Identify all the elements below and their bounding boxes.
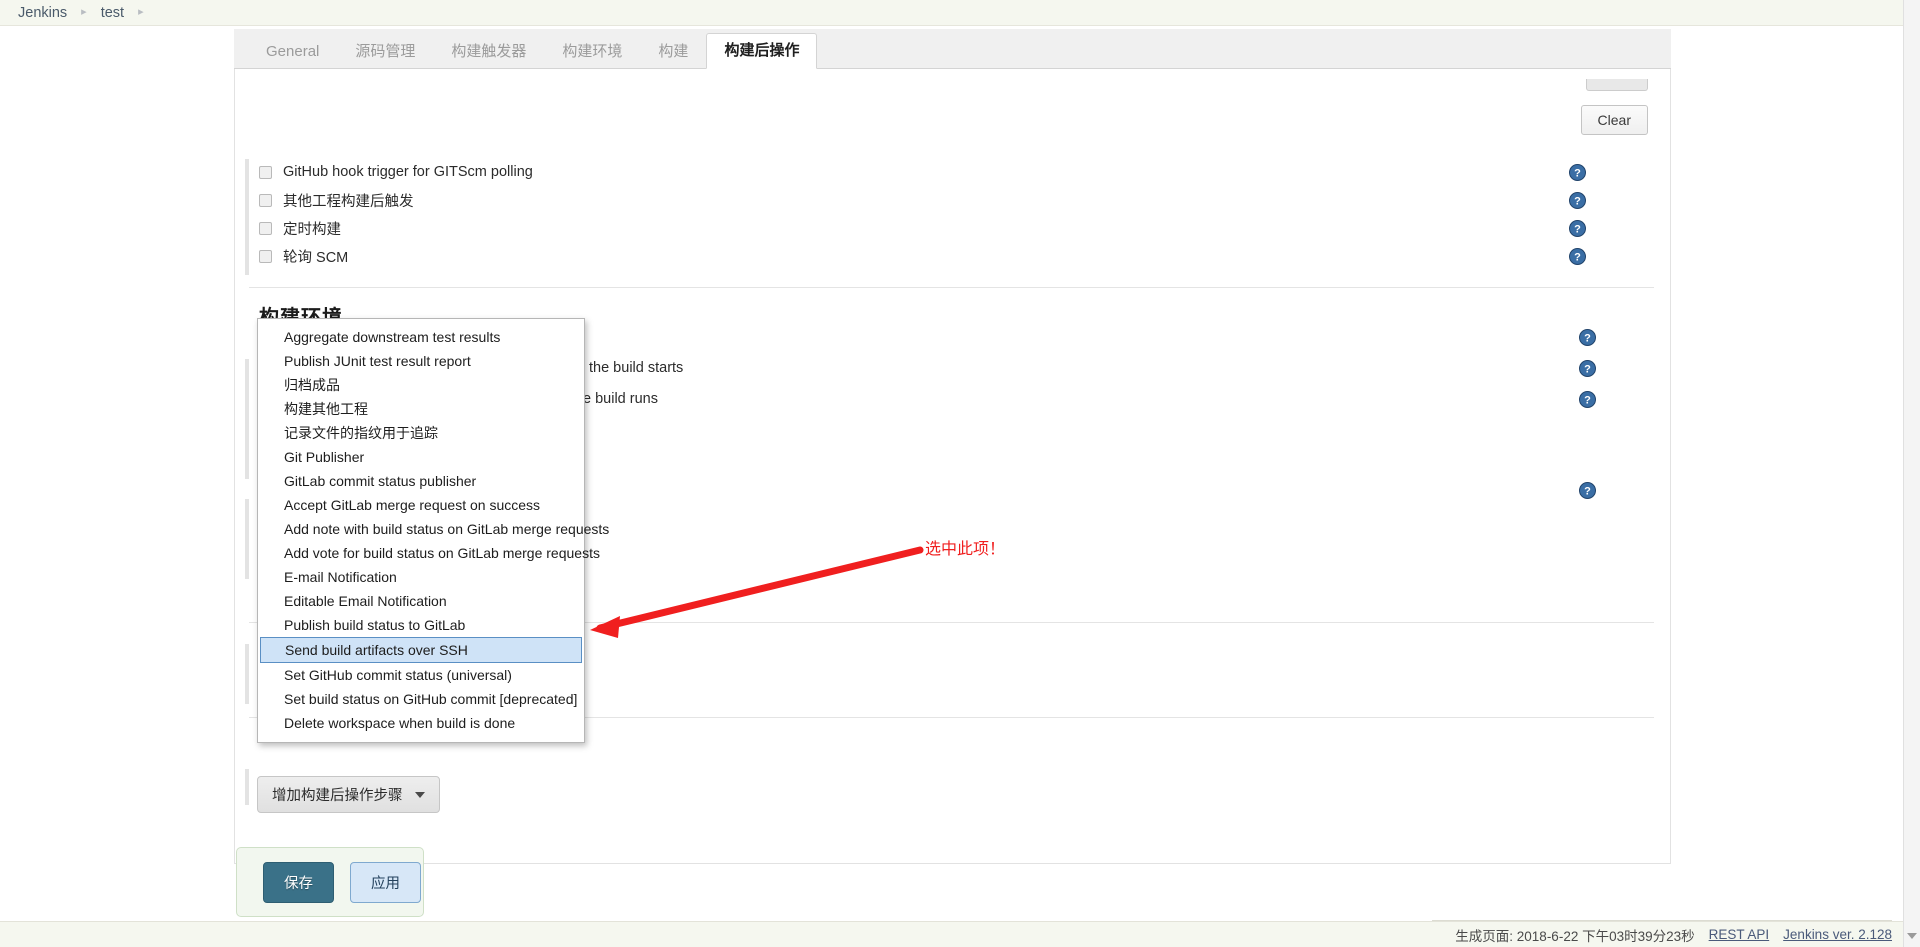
svg-text:?: ? [1574, 167, 1581, 179]
form-group-marker-5 [245, 769, 249, 805]
menu-item-build-other-projects[interactable]: 构建其他工程 [258, 397, 584, 421]
help-icon[interactable]: ? [1579, 329, 1596, 346]
scroll-down-arrow-icon[interactable] [1907, 933, 1917, 939]
obscured-row-text-2: e build runs [583, 391, 658, 407]
jenkins-config-page: Jenkins ▸ test ▸ General 源码管理 构建触发器 构建环境… [0, 0, 1920, 947]
svg-text:?: ? [1584, 364, 1591, 376]
svg-text:?: ? [1574, 223, 1581, 235]
breadcrumb-separator-icon-2: ▸ [138, 6, 144, 18]
section-divider [249, 287, 1654, 288]
help-icon[interactable]: ? [1569, 219, 1586, 237]
help-icon[interactable]: ? [1569, 191, 1586, 209]
help-icon[interactable]: ? [1579, 391, 1596, 408]
menu-item-set-github-commit-status-universal[interactable]: Set GitHub commit status (universal) [258, 663, 584, 687]
checkbox-poll-scm[interactable] [259, 249, 272, 263]
trigger-row-github-hook[interactable]: GitHub hook trigger for GITScm polling ? [245, 159, 1660, 185]
menu-item-set-build-status-github-commit[interactable]: Set build status on GitHub commit [depre… [258, 687, 584, 711]
checkbox-other-project-trigger[interactable] [259, 193, 272, 207]
add-post-build-step-label: 增加构建后操作步骤 [272, 788, 403, 804]
breadcrumb-item-jenkins[interactable]: Jenkins [16, 5, 69, 21]
footer-generated-time: 生成页面: 2018-6-22 下午03时39分23秒 [1455, 928, 1695, 944]
help-icon[interactable]: ? [1569, 247, 1586, 265]
apply-button[interactable]: 应用 [350, 861, 421, 903]
breadcrumb-item-test[interactable]: test [99, 5, 126, 21]
menu-item-accept-gitlab-merge-request[interactable]: Accept GitLab merge request on success [258, 493, 584, 517]
menu-item-add-vote-gitlab-merge-requests[interactable]: Add vote for build status on GitLab merg… [258, 541, 600, 565]
tab-build-triggers[interactable]: 构建触发器 [433, 34, 544, 69]
tab-post-build-actions[interactable]: 构建后操作 [706, 33, 818, 69]
clear-row: Clear [1580, 79, 1648, 135]
trigger-row-other-project[interactable]: 其他工程构建后触发 ? [245, 187, 1660, 213]
config-tab-bar: General 源码管理 构建触发器 构建环境 构建 构建后操作 [234, 29, 1671, 69]
trigger-label-github-hook: GitHub hook trigger for GITScm polling [283, 164, 533, 180]
footer-jenkins-version-link[interactable]: Jenkins ver. 2.128 [1783, 927, 1892, 942]
footer-rest-api-link[interactable]: REST API [1709, 927, 1770, 942]
build-triggers-list: GitHub hook trigger for GITScm polling ?… [245, 159, 1660, 269]
tab-build-environment[interactable]: 构建环境 [544, 34, 640, 69]
trigger-row-poll-scm[interactable]: 轮询 SCM ? [245, 243, 1660, 269]
clear-button[interactable]: Clear [1580, 105, 1648, 135]
menu-item-aggregate-downstream-test-results[interactable]: Aggregate downstream test results [258, 325, 584, 349]
breadcrumb: Jenkins ▸ test ▸ [0, 0, 1920, 26]
menu-item-add-note-gitlab-merge-requests[interactable]: Add note with build status on GitLab mer… [258, 517, 609, 541]
menu-item-delete-workspace-when-build-done[interactable]: Delete workspace when build is done [258, 711, 584, 735]
page-footer: 生成页面: 2018-6-22 下午03时39分23秒 REST API Jen… [0, 921, 1920, 947]
chevron-down-icon [414, 791, 425, 798]
menu-item-publish-build-status-to-gitlab[interactable]: Publish build status to GitLab [258, 613, 584, 637]
svg-text:?: ? [1574, 251, 1581, 263]
save-apply-bar: 保存 应用 [236, 847, 424, 917]
trigger-label-timed-build: 定时构建 [283, 221, 341, 238]
svg-text:?: ? [1584, 333, 1591, 345]
menu-item-git-publisher[interactable]: Git Publisher [258, 445, 584, 469]
menu-item-gitlab-commit-status-publisher[interactable]: GitLab commit status publisher [258, 469, 584, 493]
trigger-label-poll-scm: 轮询 SCM [283, 249, 349, 266]
checkbox-timed-build[interactable] [259, 221, 272, 235]
save-button[interactable]: 保存 [263, 861, 334, 903]
help-icon[interactable]: ? [1579, 360, 1596, 377]
menu-item-editable-email-notification[interactable]: Editable Email Notification [258, 589, 584, 613]
menu-item-archive-artifacts[interactable]: 归档成品 [258, 373, 584, 397]
checkbox-github-hook-trigger[interactable] [259, 165, 272, 179]
help-icon[interactable]: ? [1569, 163, 1586, 181]
post-build-action-dropdown-menu[interactable]: Aggregate downstream test results Publis… [257, 318, 609, 743]
tab-general[interactable]: General [248, 34, 337, 69]
svg-text:?: ? [1584, 395, 1591, 407]
menu-item-record-fingerprints[interactable]: 记录文件的指纹用于追踪 [258, 421, 584, 445]
form-group-marker-4 [245, 644, 249, 704]
help-icon[interactable]: ? [1579, 482, 1596, 499]
breadcrumb-separator-icon: ▸ [81, 6, 87, 18]
svg-text:?: ? [1584, 486, 1591, 498]
form-group-marker-3 [245, 499, 249, 579]
vertical-scrollbar[interactable] [1903, 0, 1920, 947]
trigger-label-other-project: 其他工程构建后触发 [283, 193, 414, 210]
partial-button-above [1586, 79, 1648, 91]
add-post-build-step-button[interactable]: 增加构建后操作步骤 [257, 776, 440, 813]
menu-item-publish-junit-test-result-report[interactable]: Publish JUnit test result report [258, 349, 584, 373]
tab-build[interactable]: 构建 [640, 34, 706, 69]
obscured-row-text-1: the build starts [589, 360, 684, 376]
form-group-marker-2 [245, 359, 249, 479]
menu-item-send-build-artifacts-over-ssh[interactable]: Send build artifacts over SSH [260, 637, 582, 663]
svg-text:?: ? [1574, 195, 1581, 207]
menu-item-email-notification[interactable]: E-mail Notification [258, 565, 584, 589]
trigger-row-timed-build[interactable]: 定时构建 ? [245, 215, 1660, 241]
tab-source-management[interactable]: 源码管理 [337, 34, 433, 69]
page-body: General 源码管理 构建触发器 构建环境 构建 构建后操作 Clear G… [0, 26, 1920, 921]
